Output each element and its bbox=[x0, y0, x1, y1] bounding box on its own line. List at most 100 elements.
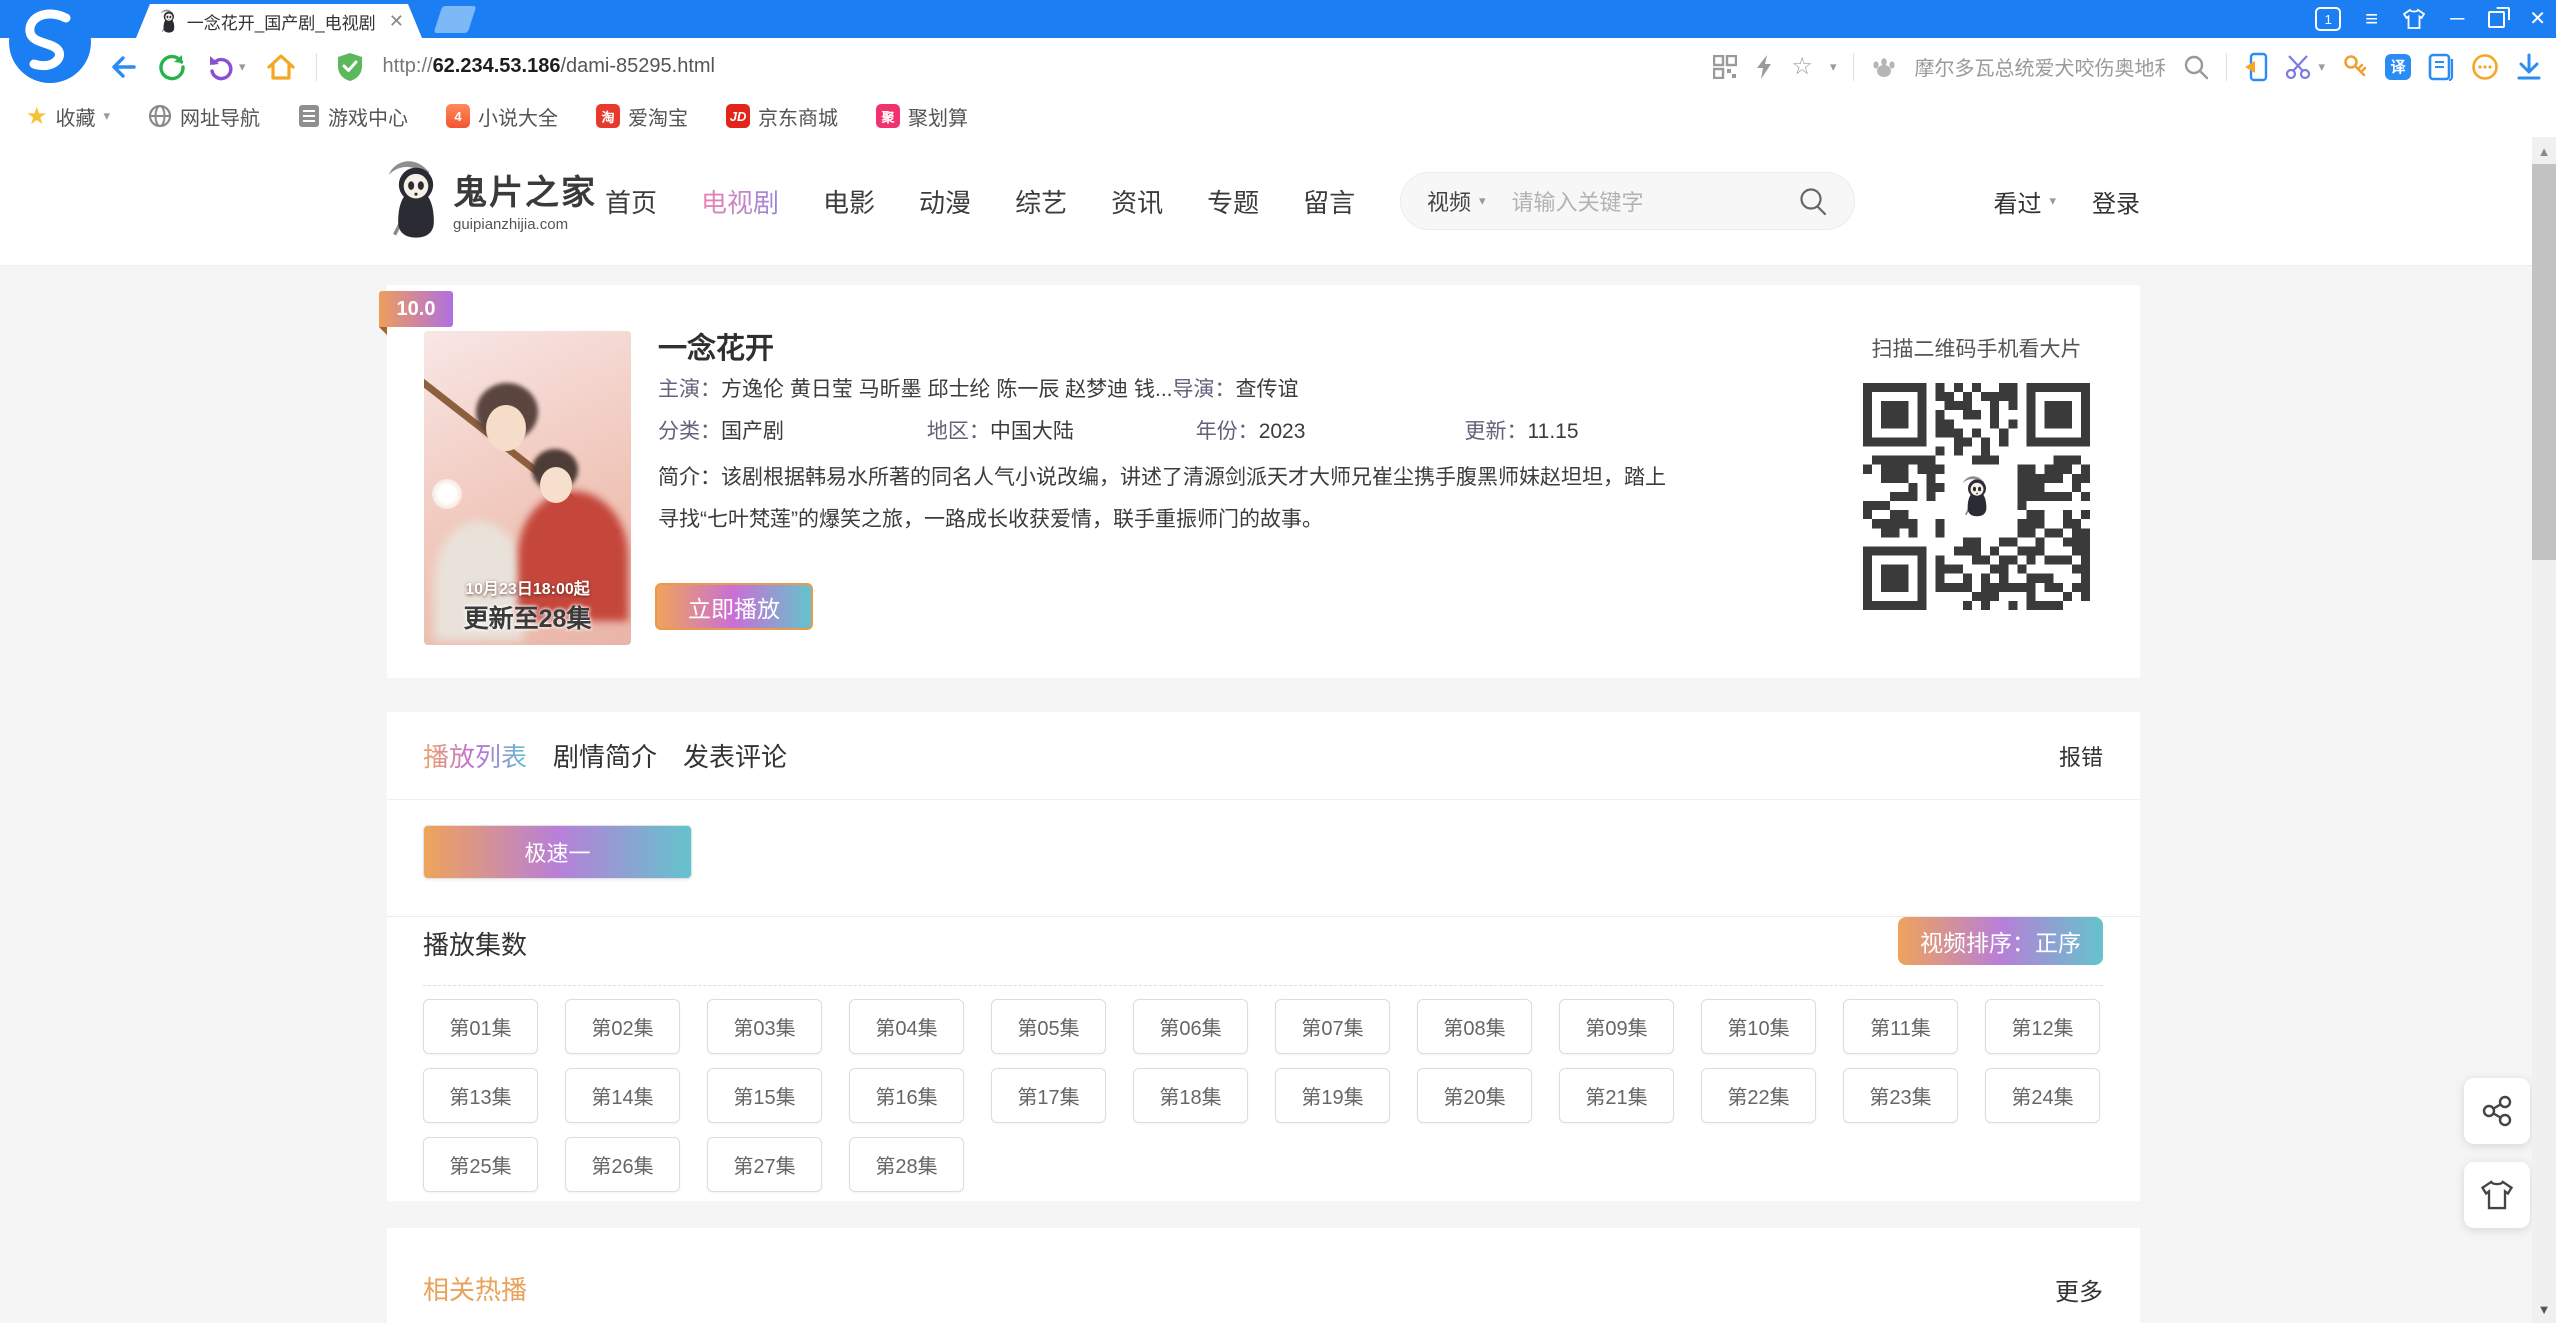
episode-button[interactable]: 第28集 bbox=[849, 1137, 964, 1192]
scrollbar-thumb[interactable] bbox=[2532, 164, 2556, 560]
cast-row: 主演：方逸伦 黄日莹 马昕墨 邱士纶 陈一辰 赵梦迪 钱...导演：查传谊 bbox=[658, 373, 1299, 403]
episode-button[interactable]: 第15集 bbox=[707, 1068, 822, 1123]
proxy-dots-icon[interactable] bbox=[2471, 53, 2499, 81]
episode-button[interactable]: 第27集 bbox=[707, 1137, 822, 1192]
nav-item-movie[interactable]: 电影 bbox=[823, 183, 875, 220]
episode-button[interactable]: 第21集 bbox=[1559, 1068, 1674, 1123]
favorite-star-icon[interactable]: ☆ bbox=[1791, 55, 1813, 79]
password-key-icon[interactable] bbox=[2342, 54, 2368, 80]
tab-playlist[interactable]: 播放列表 bbox=[423, 737, 527, 774]
scroll-down-icon[interactable] bbox=[2532, 1297, 2556, 1321]
episode-button[interactable]: 第26集 bbox=[565, 1137, 680, 1192]
sort-order-button[interactable]: 视频排序：正序 bbox=[1898, 917, 2103, 965]
episode-button[interactable]: 第20集 bbox=[1417, 1068, 1532, 1123]
watch-history-label: 看过 bbox=[1993, 184, 2041, 219]
restore-window-icon[interactable] bbox=[2488, 11, 2505, 28]
report-error-link[interactable]: 报错 bbox=[2059, 740, 2103, 772]
episode-button[interactable]: 第25集 bbox=[423, 1137, 538, 1192]
nav-item-anime[interactable]: 动漫 bbox=[919, 183, 971, 220]
login-link[interactable]: 登录 bbox=[2092, 184, 2140, 219]
episode-button[interactable]: 第08集 bbox=[1417, 999, 1532, 1054]
hot-search-text[interactable]: 摩尔多瓦总统爱犬咬伤奥地利总 bbox=[1914, 52, 2166, 81]
tab-synopsis[interactable]: 剧情简介 bbox=[553, 737, 657, 774]
episode-button[interactable]: 第22集 bbox=[1701, 1068, 1816, 1123]
search-icon[interactable] bbox=[2183, 54, 2209, 80]
sogou-browser-logo-icon[interactable] bbox=[6, 0, 94, 86]
scroll-up-icon[interactable] bbox=[2532, 139, 2556, 163]
address-bar[interactable]: http://62.234.53.186/dami-85295.html bbox=[383, 55, 715, 78]
search-category-select[interactable]: 视频 bbox=[1427, 185, 1486, 217]
nav-item-tv[interactable]: 电视剧 bbox=[701, 183, 779, 220]
flash-speed-icon[interactable] bbox=[1754, 54, 1774, 80]
chevron-down-icon[interactable] bbox=[239, 59, 246, 75]
episode-button[interactable]: 第11集 bbox=[1843, 999, 1958, 1054]
movie-poster[interactable]: 10月23日18:00起 更新至28集 bbox=[424, 331, 631, 645]
episode-button[interactable]: 第24集 bbox=[1985, 1068, 2100, 1123]
episode-button[interactable]: 第01集 bbox=[423, 999, 538, 1054]
episode-button[interactable]: 第17集 bbox=[991, 1068, 1106, 1123]
episode-button[interactable]: 第23集 bbox=[1843, 1068, 1958, 1123]
chevron-down-icon[interactable] bbox=[1830, 59, 1837, 75]
nav-item-news[interactable]: 资讯 bbox=[1111, 183, 1163, 220]
translate-icon[interactable]: 译 bbox=[2385, 54, 2411, 80]
tab-count-badge[interactable]: 1 bbox=[2315, 7, 2341, 31]
episode-button[interactable]: 第09集 bbox=[1559, 999, 1674, 1054]
share-icon bbox=[2480, 1094, 2514, 1128]
episode-button[interactable]: 第14集 bbox=[565, 1068, 680, 1123]
source-speed-button[interactable]: 极速一 bbox=[423, 825, 692, 879]
tab-comments[interactable]: 发表评论 bbox=[683, 737, 787, 774]
screenshot-scissors-icon[interactable] bbox=[2285, 54, 2325, 80]
episode-button[interactable]: 第06集 bbox=[1133, 999, 1248, 1054]
nav-item-message[interactable]: 留言 bbox=[1303, 183, 1355, 220]
refresh-icon[interactable] bbox=[158, 53, 186, 81]
download-icon[interactable] bbox=[2516, 53, 2542, 81]
bookmark-aitaobao[interactable]: 淘 爱淘宝 bbox=[596, 102, 688, 131]
episode-button[interactable]: 第18集 bbox=[1133, 1068, 1248, 1123]
episode-button[interactable]: 第05集 bbox=[991, 999, 1106, 1054]
site-logo[interactable]: 鬼片之家 guipianzhijia.com bbox=[387, 159, 597, 239]
baidu-paw-icon[interactable] bbox=[1871, 54, 1897, 80]
bookmark-game-center[interactable]: 游戏中心 bbox=[298, 102, 408, 131]
episode-button[interactable]: 第03集 bbox=[707, 999, 822, 1054]
bookmark-jd-mall[interactable]: JD 京东商城 bbox=[726, 102, 838, 131]
play-now-button[interactable]: 立即播放 bbox=[655, 583, 813, 630]
episode-button[interactable]: 第19集 bbox=[1275, 1068, 1390, 1123]
episode-button[interactable]: 第10集 bbox=[1701, 999, 1816, 1054]
episode-button[interactable]: 第04集 bbox=[849, 999, 964, 1054]
share-button[interactable] bbox=[2464, 1078, 2530, 1144]
episode-button[interactable]: 第16集 bbox=[849, 1068, 964, 1123]
chevron-down-icon[interactable] bbox=[2318, 59, 2325, 75]
watch-history-link[interactable]: 看过 bbox=[1993, 184, 2056, 219]
bookmark-favorites[interactable]: 收藏 bbox=[26, 102, 110, 131]
tab-close-icon[interactable]: ✕ bbox=[389, 12, 404, 30]
episode-button[interactable]: 第12集 bbox=[1985, 999, 2100, 1054]
skin-button[interactable] bbox=[2464, 1162, 2530, 1228]
bookmark-juhuasuan[interactable]: 聚 聚划算 bbox=[876, 102, 968, 131]
search-box[interactable]: 视频 请输入关键字 bbox=[1400, 172, 1855, 230]
browser-tab[interactable]: 一念花开_国产剧_电视剧 ✕ bbox=[136, 4, 422, 38]
search-input[interactable]: 请输入关键字 bbox=[1512, 185, 1798, 217]
bookmark-site-nav[interactable]: 网址导航 bbox=[148, 102, 260, 131]
site-favicon-icon bbox=[160, 9, 178, 33]
skin-theme-icon[interactable] bbox=[2402, 8, 2426, 30]
qr-scan-icon[interactable] bbox=[1713, 55, 1737, 79]
episode-button[interactable]: 第02集 bbox=[565, 999, 680, 1054]
menu-icon[interactable]: ≡ bbox=[2365, 8, 2378, 30]
nav-item-home[interactable]: 首页 bbox=[605, 183, 657, 220]
minimize-icon[interactable]: ─ bbox=[2450, 9, 2464, 29]
send-to-phone-icon[interactable] bbox=[2244, 52, 2268, 82]
back-icon[interactable] bbox=[108, 53, 138, 81]
related-more-link[interactable]: 更多 bbox=[2055, 1272, 2103, 1307]
security-shield-icon[interactable] bbox=[337, 52, 363, 82]
nav-item-special[interactable]: 专题 bbox=[1207, 183, 1259, 220]
undo-icon[interactable] bbox=[206, 53, 246, 81]
home-icon[interactable] bbox=[266, 53, 296, 81]
episode-button[interactable]: 第07集 bbox=[1275, 999, 1390, 1054]
reading-list-icon[interactable] bbox=[2428, 53, 2454, 81]
search-submit-icon[interactable] bbox=[1798, 186, 1828, 216]
bookmark-novels[interactable]: 4 小说大全 bbox=[446, 102, 558, 131]
close-window-icon[interactable]: ✕ bbox=[2529, 9, 2546, 29]
page-scrollbar[interactable] bbox=[2532, 137, 2556, 1323]
episode-button[interactable]: 第13集 bbox=[423, 1068, 538, 1123]
nav-item-variety[interactable]: 综艺 bbox=[1015, 183, 1067, 220]
